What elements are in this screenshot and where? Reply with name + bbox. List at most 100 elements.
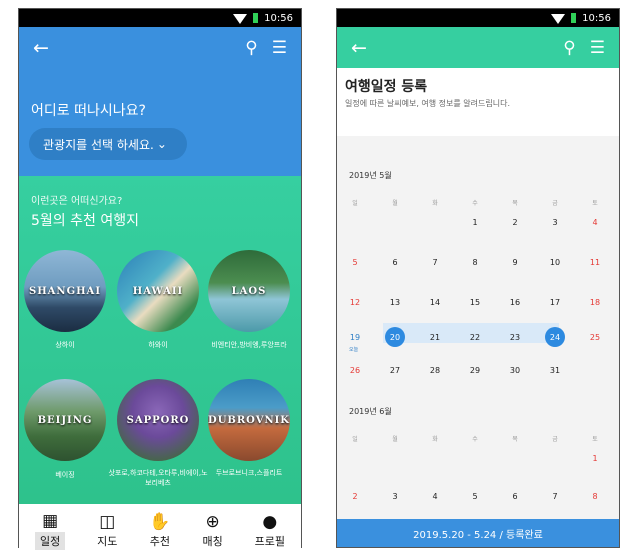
weekday-header: 수 bbox=[472, 200, 478, 207]
calendar-day[interactable]: 5 bbox=[465, 492, 485, 501]
bottom-tab-bar: ▦ 일정 ◫ 지도 ✋ 추천 ⊕ 매칭 ● 프로필 bbox=[19, 504, 301, 556]
status-bar: 10:56 bbox=[337, 9, 619, 27]
weekday-header: 금 bbox=[552, 436, 558, 443]
register-complete-bar[interactable]: 2019.5.20 - 5.24 / 등록완료 bbox=[337, 519, 619, 547]
menu-icon[interactable]: ☰ bbox=[272, 38, 287, 58]
calendar-day[interactable]: 8 bbox=[585, 492, 605, 501]
calendar-day-selected[interactable]: 24 bbox=[545, 327, 565, 347]
calendar-icon: ▦ bbox=[42, 511, 59, 531]
weekday-header: 토 bbox=[592, 200, 598, 207]
city-caption: 하와이 bbox=[148, 341, 168, 349]
city-name: HAWAII bbox=[132, 285, 184, 297]
weekday-header: 일 bbox=[352, 200, 358, 207]
thumbs-up-icon: ✋ bbox=[149, 512, 171, 532]
calendar-day[interactable]: 4 bbox=[425, 492, 445, 501]
calendar-day[interactable]: 12 bbox=[345, 298, 365, 307]
calendar-day[interactable]: 23 bbox=[505, 333, 525, 342]
status-time: 10:56 bbox=[264, 12, 293, 24]
city-card-sapporo[interactable]: SAPPORO bbox=[117, 379, 199, 461]
weekday-header: 토 bbox=[592, 436, 598, 443]
weekday-header: 화 bbox=[432, 436, 438, 443]
city-card-hawaii[interactable]: HAWAII bbox=[117, 250, 199, 332]
register-title: 여행일정 등록 bbox=[345, 79, 428, 95]
calendar-day[interactable]: 26 bbox=[345, 366, 365, 375]
city-name: BEIJING bbox=[37, 414, 93, 426]
globe-icon: ⊕ bbox=[205, 512, 220, 532]
calendar-day[interactable]: 3 bbox=[545, 218, 565, 227]
calendar-day[interactable]: 10 bbox=[545, 258, 565, 267]
battery-icon bbox=[253, 13, 259, 23]
destination-select[interactable]: 관광지를 선택 하세요. ⌄ bbox=[29, 128, 187, 160]
city-caption: 삿포로,하코다테,오타루,비에이,노보리베츠 bbox=[108, 469, 208, 487]
calendar-day[interactable]: 25 bbox=[585, 333, 605, 342]
tab-label: 일정 bbox=[34, 532, 66, 550]
tab-recommend[interactable]: ✋ 추천 bbox=[149, 511, 170, 549]
calendar-day[interactable]: 6 bbox=[385, 258, 405, 267]
right-screen: 10:56 ← ⚲ ☰ 여행일정 등록 일정에 따른 날씨예보, 여행 정보를 … bbox=[336, 8, 620, 548]
tab-matching[interactable]: ⊕ 매칭 bbox=[202, 511, 222, 549]
calendar-day[interactable]: 13 bbox=[385, 298, 405, 307]
calendar-day[interactable]: 31 bbox=[545, 366, 565, 375]
map-icon: ◫ bbox=[99, 512, 116, 532]
tab-profile[interactable]: ● 프로필 bbox=[255, 511, 285, 549]
city-card-dubrovnik[interactable]: DUBROVNIK bbox=[208, 379, 290, 461]
calendar-day[interactable]: 2 bbox=[505, 218, 525, 227]
calendar-day[interactable]: 7 bbox=[425, 258, 445, 267]
app-bar: ← ⚲ ☰ bbox=[337, 27, 619, 68]
register-description: 일정에 따른 날씨예보, 여행 정보를 알려드립니다. bbox=[345, 99, 510, 108]
calendar-day[interactable]: 7 bbox=[545, 492, 565, 501]
recommend-title: 5월의 추천 여행지 bbox=[31, 213, 139, 229]
calendar-day[interactable]: 28 bbox=[425, 366, 445, 375]
back-arrow-icon[interactable]: ← bbox=[33, 37, 49, 59]
calendar-day[interactable]: 27 bbox=[385, 366, 405, 375]
calendar-day[interactable]: 5 bbox=[345, 258, 365, 267]
register-header: 여행일정 등록 일정에 따른 날씨예보, 여행 정보를 알려드립니다. bbox=[337, 68, 619, 136]
calendar-day[interactable]: 11 bbox=[585, 258, 605, 267]
calendar-day[interactable]: 6 bbox=[505, 492, 525, 501]
calendar-day[interactable]: 1 bbox=[585, 454, 605, 463]
city-name: SHANGHAI bbox=[29, 285, 101, 297]
calendar-day[interactable]: 30 bbox=[505, 366, 525, 375]
calendar-day[interactable]: 22 bbox=[465, 333, 485, 342]
calendar-day[interactable]: 21 bbox=[425, 333, 445, 342]
calendar-day[interactable]: 3 bbox=[385, 492, 405, 501]
calendar-day[interactable]: 1 bbox=[465, 218, 485, 227]
weekday-header: 월 bbox=[392, 200, 398, 207]
weekday-header: 목 bbox=[512, 200, 518, 207]
calendar-day[interactable]: 9 bbox=[505, 258, 525, 267]
tab-map[interactable]: ◫ 지도 bbox=[97, 511, 117, 549]
calendar-day[interactable]: 16 bbox=[505, 298, 525, 307]
calendar-day-selected[interactable]: 20 bbox=[385, 327, 405, 347]
calendar-day[interactable]: 2 bbox=[345, 492, 365, 501]
left-screen: 10:56 ← ⚲ ☰ 어디로 떠나시나요? 관광지를 선택 하세요. ⌄ 이런… bbox=[18, 8, 302, 556]
calendar-day[interactable]: 19 bbox=[345, 333, 365, 342]
status-time: 10:56 bbox=[582, 12, 611, 24]
month-title: 2019년 6월 bbox=[349, 407, 392, 416]
calendar-day[interactable]: 18 bbox=[585, 298, 605, 307]
menu-icon[interactable]: ☰ bbox=[590, 38, 605, 58]
city-card-shanghai[interactable]: SHANGHAI bbox=[24, 250, 106, 332]
weekday-header: 화 bbox=[432, 200, 438, 207]
today-label: 오늘 bbox=[349, 347, 359, 353]
calendar-day[interactable]: 4 bbox=[585, 218, 605, 227]
tab-schedule[interactable]: ▦ 일정 bbox=[34, 510, 66, 550]
calendar-day[interactable]: 17 bbox=[545, 298, 565, 307]
calendar-day[interactable]: 29 bbox=[465, 366, 485, 375]
city-card-laos[interactable]: LAOS bbox=[208, 250, 290, 332]
calendar-day[interactable]: 14 bbox=[425, 298, 445, 307]
search-icon[interactable]: ⚲ bbox=[563, 38, 575, 58]
tab-label: 매칭 bbox=[202, 535, 223, 548]
search-icon[interactable]: ⚲ bbox=[245, 38, 257, 58]
person-icon: ● bbox=[262, 512, 278, 532]
city-caption: 비엔티안,방비엥,루앙프라 bbox=[211, 341, 287, 349]
calendar-day[interactable]: 15 bbox=[465, 298, 485, 307]
tab-label: 프로필 bbox=[254, 535, 286, 548]
chevron-down-icon: ⌄ bbox=[156, 137, 167, 151]
recommend-section: 이런곳은 어떠신가요? 5월의 추천 여행지 SHANGHAI 상하이 HAWA… bbox=[19, 176, 301, 504]
register-complete-label: 2019.5.20 - 5.24 / 등록완료 bbox=[413, 529, 543, 541]
calendar-day[interactable]: 8 bbox=[465, 258, 485, 267]
back-arrow-icon[interactable]: ← bbox=[351, 37, 367, 59]
wifi-icon bbox=[551, 14, 566, 24]
city-caption: 상하이 bbox=[55, 341, 75, 349]
city-card-beijing[interactable]: BEIJING bbox=[24, 379, 106, 461]
